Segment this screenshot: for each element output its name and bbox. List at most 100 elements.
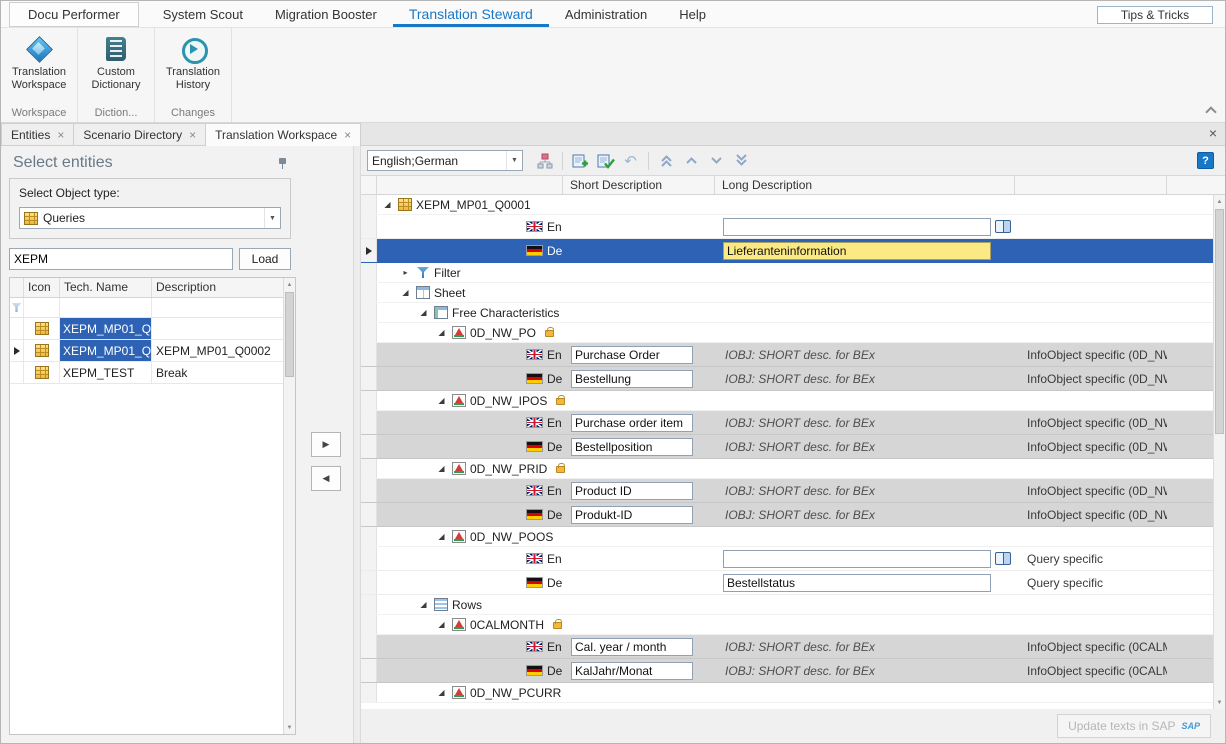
expander-icon[interactable]: ◢ bbox=[399, 288, 412, 297]
long-description-field[interactable] bbox=[723, 574, 991, 592]
panel-splitter[interactable] bbox=[353, 146, 361, 743]
scroll-down-icon[interactable]: ▼ bbox=[284, 721, 295, 734]
table-row-xepm-mp01-q[interactable]: XEPM_MP01_Q...XEPM_MP01_Q0002 bbox=[10, 340, 283, 362]
entity-search-input[interactable] bbox=[9, 248, 233, 270]
move-left-button[interactable]: ◀ bbox=[311, 466, 341, 491]
tab-close-icon[interactable]: × bbox=[344, 130, 351, 140]
short-description-field[interactable] bbox=[571, 482, 693, 500]
tab-entities[interactable]: Entities× bbox=[1, 123, 74, 145]
next-change-icon[interactable] bbox=[705, 150, 728, 172]
expander-icon[interactable]: ◢ bbox=[435, 532, 448, 541]
tab-scenario-directory[interactable]: Scenario Directory× bbox=[73, 123, 206, 145]
tab-close-icon[interactable]: × bbox=[57, 130, 64, 140]
grid-scrollbar[interactable]: ▲ ▼ bbox=[1213, 195, 1225, 709]
header-long-description[interactable]: Long Description bbox=[715, 176, 1015, 194]
menu-item-docu-performer[interactable]: Docu Performer bbox=[9, 2, 139, 27]
scroll-down-icon[interactable]: ▼ bbox=[1214, 696, 1225, 709]
ribbon-button-translation-workspace[interactable]: Translation Workspace bbox=[4, 28, 74, 106]
entity-table-scrollbar[interactable]: ▲ ▼ bbox=[283, 278, 295, 734]
translation-row-de[interactable]: DeIOBJ: SHORT desc. for BExInfoObject sp… bbox=[361, 435, 1213, 459]
translation-row-de[interactable]: DeIOBJ: SHORT desc. for BExInfoObject sp… bbox=[361, 659, 1213, 683]
apply-dictionary-icon[interactable] bbox=[594, 150, 617, 172]
pin-icon[interactable] bbox=[276, 157, 289, 170]
update-texts-button[interactable]: Update texts in SAP SAP bbox=[1057, 714, 1211, 738]
tabbar-close-icon[interactable]: × bbox=[1209, 126, 1217, 140]
dictionary-lookup-icon[interactable] bbox=[995, 552, 1011, 565]
table-filter-row[interactable] bbox=[10, 298, 283, 318]
long-description-field[interactable] bbox=[723, 218, 991, 236]
tree-node-free-characteristics[interactable]: ◢Free Characteristics bbox=[361, 303, 1213, 323]
tree-node-xepm-mp01-q0001[interactable]: ◢XEPM_MP01_Q0001 bbox=[361, 195, 1213, 215]
first-change-icon[interactable] bbox=[655, 150, 678, 172]
long-description-field[interactable] bbox=[723, 550, 991, 568]
tree-node-sheet[interactable]: ◢Sheet bbox=[361, 283, 1213, 303]
translation-row-de[interactable]: DeIOBJ: SHORT desc. for BExInfoObject sp… bbox=[361, 503, 1213, 527]
load-button[interactable]: Load bbox=[239, 248, 291, 270]
tech-name-cell[interactable]: XEPM_MP01_Q... bbox=[60, 318, 152, 339]
translation-row-de[interactable]: De bbox=[361, 239, 1213, 263]
expander-icon[interactable]: ◢ bbox=[417, 308, 430, 317]
expander-icon[interactable]: ◢ bbox=[435, 328, 448, 337]
header-tree[interactable] bbox=[377, 176, 563, 194]
expander-icon[interactable]: ◢ bbox=[435, 396, 448, 405]
scroll-up-icon[interactable]: ▲ bbox=[1214, 195, 1225, 208]
dictionary-lookup-icon[interactable] bbox=[995, 220, 1011, 233]
dropdown-arrow-icon[interactable]: ▼ bbox=[506, 151, 522, 170]
dropdown-arrow-icon[interactable]: ▼ bbox=[264, 208, 280, 228]
header-icon[interactable]: Icon bbox=[24, 278, 60, 297]
last-change-icon[interactable] bbox=[730, 150, 753, 172]
expander-icon[interactable]: ◢ bbox=[435, 620, 448, 629]
table-row-xepm-test[interactable]: XEPM_TESTBreak bbox=[10, 362, 283, 384]
scroll-up-icon[interactable]: ▲ bbox=[284, 278, 295, 291]
expander-icon[interactable]: ▸ bbox=[399, 268, 412, 277]
translation-row-en[interactable]: EnIOBJ: SHORT desc. for BExInfoObject sp… bbox=[361, 411, 1213, 435]
tips-and-tricks-button[interactable]: Tips & Tricks bbox=[1097, 6, 1213, 24]
tree-node-0d-nw-ipos[interactable]: ◢0D_NW_IPOS bbox=[361, 391, 1213, 411]
help-button[interactable]: ? bbox=[1197, 152, 1214, 169]
translation-row-de[interactable]: DeQuery specific bbox=[361, 571, 1213, 595]
tree-node-0d-nw-pcurr[interactable]: ◢0D_NW_PCURR bbox=[361, 683, 1213, 703]
tree-node-0d-nw-prid[interactable]: ◢0D_NW_PRID bbox=[361, 459, 1213, 479]
expander-icon[interactable]: ◢ bbox=[417, 600, 430, 609]
table-row-xepm-mp01-q[interactable]: XEPM_MP01_Q... bbox=[10, 318, 283, 340]
ribbon-button-translation-history[interactable]: Translation History bbox=[158, 28, 228, 106]
short-description-field[interactable] bbox=[571, 438, 693, 456]
translation-row-de[interactable]: DeIOBJ: SHORT desc. for BExInfoObject sp… bbox=[361, 367, 1213, 391]
translation-row-en[interactable]: EnQuery specific bbox=[361, 547, 1213, 571]
tab-close-icon[interactable]: × bbox=[189, 130, 196, 140]
object-type-dropdown[interactable]: Queries ▼ bbox=[19, 207, 281, 229]
undo-icon[interactable]: ↶ bbox=[619, 150, 642, 172]
scroll-thumb[interactable] bbox=[285, 292, 294, 377]
header-short-description[interactable]: Short Description bbox=[563, 176, 715, 194]
add-to-dictionary-icon[interactable] bbox=[569, 150, 592, 172]
header-description[interactable]: Description bbox=[152, 278, 283, 297]
tech-name-cell[interactable]: XEPM_TEST bbox=[60, 362, 152, 383]
tree-node-0d-nw-po[interactable]: ◢0D_NW_PO bbox=[361, 323, 1213, 343]
translation-row-en[interactable]: EnIOBJ: SHORT desc. for BExInfoObject sp… bbox=[361, 343, 1213, 367]
menu-item-translation-steward[interactable]: Translation Steward bbox=[393, 1, 549, 27]
description-cell[interactable]: XEPM_MP01_Q0002 bbox=[152, 340, 283, 361]
header-tech-name[interactable]: Tech. Name bbox=[60, 278, 152, 297]
short-description-field[interactable] bbox=[571, 506, 693, 524]
tree-node-filter[interactable]: ▸Filter bbox=[361, 263, 1213, 283]
tech-name-cell[interactable]: XEPM_MP01_Q... bbox=[60, 340, 152, 361]
tree-node-0d-nw-poos[interactable]: ◢0D_NW_POOS bbox=[361, 527, 1213, 547]
header-scope[interactable] bbox=[1015, 176, 1167, 194]
tab-translation-workspace[interactable]: Translation Workspace× bbox=[205, 123, 361, 146]
expander-icon[interactable]: ◢ bbox=[435, 688, 448, 697]
menu-item-help[interactable]: Help bbox=[663, 1, 722, 27]
tree-node-rows[interactable]: ◢Rows bbox=[361, 595, 1213, 615]
short-description-field[interactable] bbox=[571, 414, 693, 432]
menu-item-system-scout[interactable]: System Scout bbox=[147, 1, 259, 27]
short-description-field[interactable] bbox=[571, 662, 693, 680]
short-description-field[interactable] bbox=[571, 370, 693, 388]
previous-change-icon[interactable] bbox=[680, 150, 703, 172]
expander-icon[interactable]: ◢ bbox=[381, 200, 394, 209]
long-description-field[interactable] bbox=[723, 242, 991, 260]
tree-node-0calmonth[interactable]: ◢0CALMONTH bbox=[361, 615, 1213, 635]
ribbon-button-custom-dictionary[interactable]: Custom Dictionary bbox=[81, 28, 151, 106]
menu-item-migration-booster[interactable]: Migration Booster bbox=[259, 1, 393, 27]
short-description-field[interactable] bbox=[571, 346, 693, 364]
scroll-thumb[interactable] bbox=[1215, 209, 1224, 434]
language-pair-dropdown[interactable]: English;German ▼ bbox=[367, 150, 523, 171]
